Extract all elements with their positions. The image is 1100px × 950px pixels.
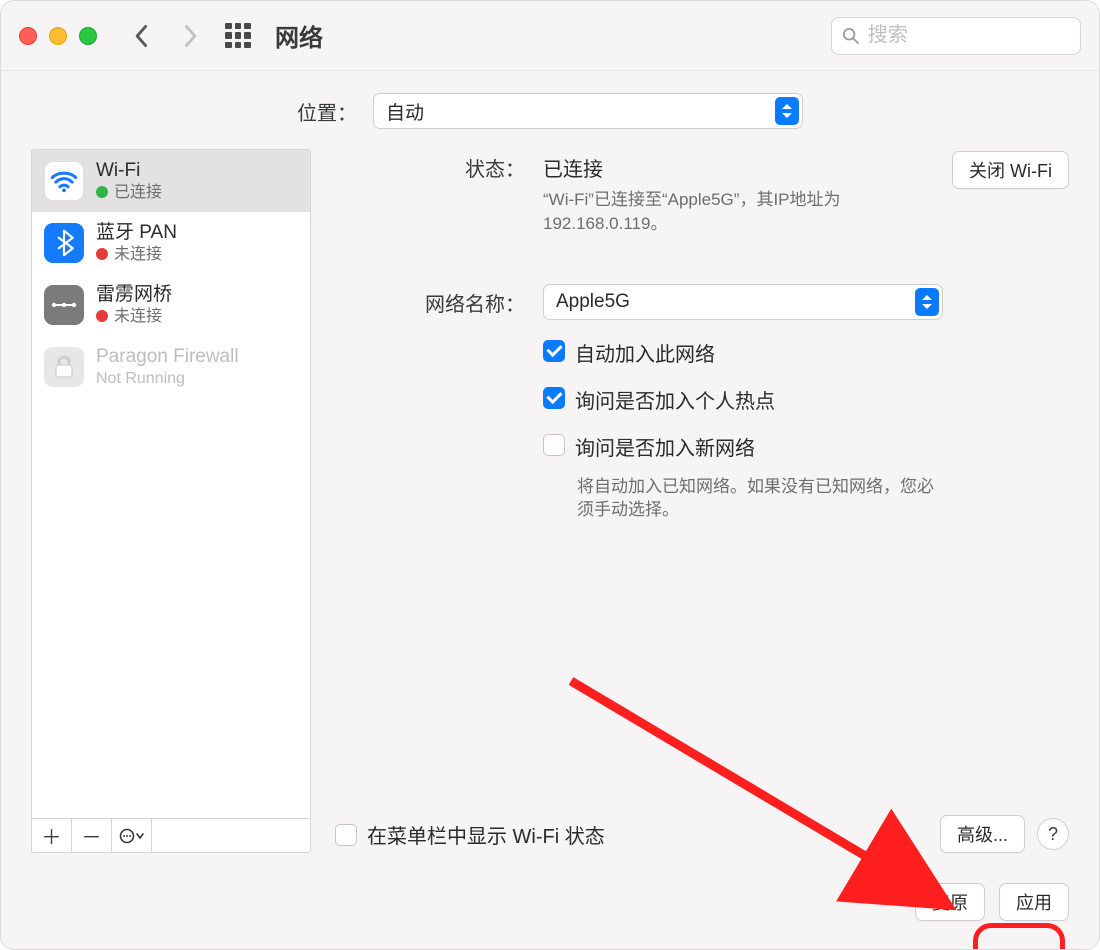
status-dot-connected-icon <box>96 186 108 198</box>
status-dot-disconnected-icon <box>96 310 108 322</box>
service-status: 已连接 <box>96 183 162 202</box>
service-thunderbolt-bridge[interactable]: 雷雳网桥 未连接 <box>32 274 310 336</box>
service-wifi[interactable]: Wi-Fi 已连接 <box>32 150 310 212</box>
ask-new-checkbox[interactable] <box>543 434 565 456</box>
footer-buttons: 复原 应用 <box>31 873 1069 921</box>
ellipsis-chevron-icon <box>119 828 145 844</box>
chevron-right-icon <box>181 24 199 48</box>
status-label: 状态： <box>335 149 525 182</box>
ask-hotspot-row: 询问是否加入个人热点 <box>543 385 1069 414</box>
service-status: 未连接 <box>96 307 172 326</box>
show-in-menubar-label: 在菜单栏中显示 Wi-Fi 状态 <box>367 820 605 849</box>
revert-button[interactable]: 复原 <box>915 883 985 921</box>
ask-hotspot-label: 询问是否加入个人热点 <box>575 385 775 414</box>
auto-join-row: 自动加入此网络 <box>543 338 1069 367</box>
minimize-window-button[interactable] <box>49 27 67 45</box>
grid-icon <box>225 23 251 49</box>
help-button[interactable]: ? <box>1037 818 1069 850</box>
location-select[interactable]: 自动 <box>373 93 803 129</box>
bluetooth-icon <box>44 223 84 263</box>
service-name: Wi-Fi <box>96 160 162 183</box>
search-icon <box>842 26 860 46</box>
wifi-icon <box>44 161 84 201</box>
service-name: Paragon Firewall <box>96 346 239 369</box>
status-dot-disconnected-icon <box>96 248 108 260</box>
stepper-icon <box>915 288 939 316</box>
service-actions-menu[interactable] <box>112 819 152 852</box>
stepper-icon <box>775 97 799 125</box>
network-preferences-window: 网络 位置： 自动 <box>0 0 1100 950</box>
ask-new-description: 将自动加入已知网络。如果没有已知网络，您必须手动选择。 <box>577 475 937 523</box>
service-status: 未连接 <box>96 245 177 264</box>
window-toolbar: 网络 <box>1 1 1099 71</box>
service-name: 蓝牙 PAN <box>96 222 177 245</box>
window-traffic-lights <box>19 27 97 45</box>
status-row: 状态： 已连接 “Wi-Fi”已连接至“Apple5G”，其IP地址为 192.… <box>335 149 1069 236</box>
forward-button[interactable] <box>173 19 207 53</box>
network-name-label: 网络名称： <box>335 284 525 317</box>
service-paragon-firewall[interactable]: Paragon Firewall Not Running <box>32 336 310 398</box>
toolbar-spacer <box>152 819 310 852</box>
show-in-menubar-checkbox[interactable] <box>335 824 357 846</box>
ask-new-label: 询问是否加入新网络 <box>575 432 755 461</box>
service-name: 雷雳网桥 <box>96 284 172 307</box>
ask-new-row: 询问是否加入新网络 <box>543 432 1069 461</box>
location-label: 位置： <box>297 97 357 126</box>
close-window-button[interactable] <box>19 27 37 45</box>
lock-icon <box>44 347 84 387</box>
chevron-left-icon <box>133 24 151 48</box>
ask-hotspot-checkbox[interactable] <box>543 387 565 409</box>
service-details: 状态： 已连接 “Wi-Fi”已连接至“Apple5G”，其IP地址为 192.… <box>335 149 1069 853</box>
back-button[interactable] <box>125 19 159 53</box>
auto-join-checkbox[interactable] <box>543 340 565 362</box>
network-name-select[interactable]: Apple5G <box>543 284 943 320</box>
bottom-options-row: 在菜单栏中显示 Wi-Fi 状态 高级... ? <box>335 815 1069 853</box>
content-area: 位置： 自动 Wi-Fi <box>1 71 1099 949</box>
location-row: 位置： 自动 <box>31 93 1069 129</box>
search-field[interactable] <box>831 17 1081 55</box>
search-input[interactable] <box>868 24 1070 47</box>
network-name-row: 网络名称： Apple5G <box>335 284 1069 320</box>
service-bluetooth-pan[interactable]: 蓝牙 PAN 未连接 <box>32 212 310 274</box>
panes: Wi-Fi 已连接 蓝牙 PAN <box>31 149 1069 853</box>
status-description: “Wi-Fi”已连接至“Apple5G”，其IP地址为 192.168.0.11… <box>543 188 934 236</box>
service-list[interactable]: Wi-Fi 已连接 蓝牙 PAN <box>31 149 311 819</box>
window-title: 网络 <box>275 18 323 53</box>
add-service-button[interactable]: ＋ <box>32 819 72 852</box>
advanced-button[interactable]: 高级... <box>940 815 1025 853</box>
network-name-value: Apple5G <box>556 291 630 313</box>
status-value: 已连接 <box>543 149 934 182</box>
remove-service-button[interactable]: － <box>72 819 112 852</box>
zoom-window-button[interactable] <box>79 27 97 45</box>
auto-join-label: 自动加入此网络 <box>575 338 715 367</box>
apply-button[interactable]: 应用 <box>999 883 1069 921</box>
turn-wifi-off-button[interactable]: 关闭 Wi-Fi <box>952 151 1069 189</box>
thunderbolt-bridge-icon <box>44 285 84 325</box>
service-sidebar: Wi-Fi 已连接 蓝牙 PAN <box>31 149 311 853</box>
show-all-button[interactable] <box>221 19 255 53</box>
service-status: Not Running <box>96 369 239 388</box>
location-value: 自动 <box>386 98 424 125</box>
service-list-toolbar: ＋ － <box>31 819 311 853</box>
annotation-apply-highlight <box>973 923 1065 950</box>
